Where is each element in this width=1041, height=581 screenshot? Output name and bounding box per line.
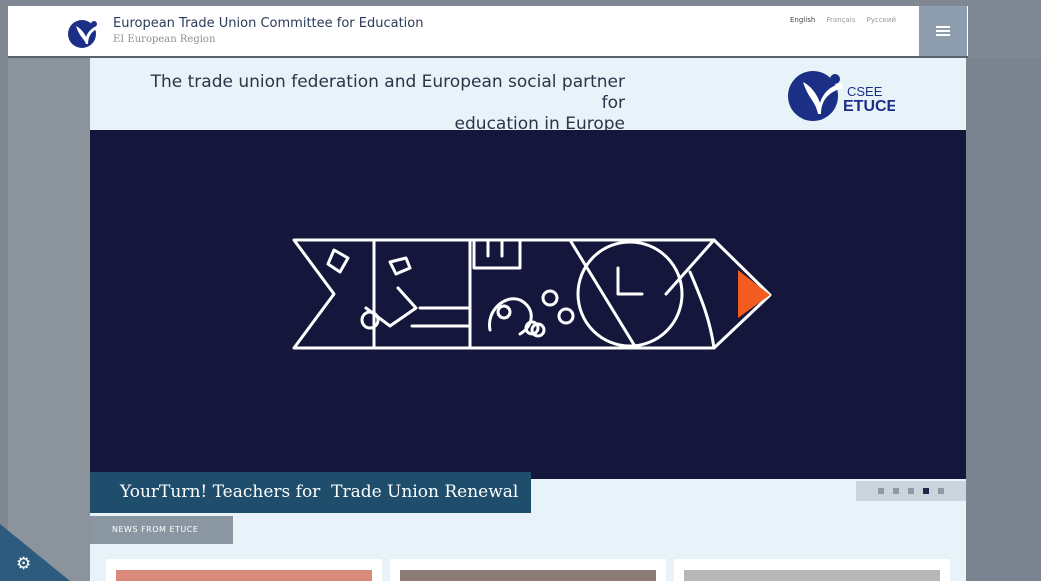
news-card-thumbnail — [116, 570, 372, 581]
etuce-logo[interactable] — [66, 14, 102, 50]
news-card-thumbnail — [684, 570, 940, 581]
lang-russian[interactable]: Русский — [867, 16, 896, 24]
csee-etuce-logo[interactable]: CSEE ETUCE — [785, 66, 895, 121]
slider-dot-1[interactable] — [878, 488, 884, 494]
slider-pagination — [856, 481, 966, 501]
news-section-label: NEWS FROM ETUCE — [90, 516, 233, 544]
slider-dot-5[interactable] — [938, 488, 944, 494]
right-margin — [966, 58, 1041, 581]
slide-caption[interactable]: YourTurn! Teachers for Trade Union Renew… — [90, 472, 531, 513]
org-name[interactable]: European Trade Union Committee for Educa… — [113, 16, 424, 31]
slider-dot-2[interactable] — [893, 488, 899, 494]
org-region: EI European Region — [113, 34, 216, 45]
gear-icon[interactable]: ⚙ — [16, 556, 31, 573]
hero-slider[interactable]: YourTurn! Teachers for Trade Union Renew… — [90, 130, 966, 513]
left-margin — [8, 58, 90, 581]
lang-french[interactable]: Français — [827, 16, 856, 24]
news-card[interactable] — [674, 559, 950, 581]
brand-text-bottom: ETUCE — [843, 98, 895, 115]
site-tagline: The trade union federation and European … — [130, 72, 625, 135]
site-header: European Trade Union Committee for Educa… — [8, 6, 968, 58]
pencil-illustration — [292, 238, 772, 350]
slider-dot-3[interactable] — [908, 488, 914, 494]
language-switcher: English Français Русский — [790, 16, 905, 24]
slider-dot-4[interactable] — [923, 488, 929, 494]
news-card-thumbnail — [400, 570, 656, 581]
lang-english[interactable]: English — [790, 16, 815, 24]
main-content: The trade union federation and European … — [90, 58, 966, 581]
hamburger-icon — [936, 26, 950, 36]
tagline-line-1: The trade union federation and European … — [150, 72, 625, 113]
menu-button[interactable] — [919, 6, 967, 56]
news-card[interactable] — [390, 559, 666, 581]
news-card[interactable] — [106, 559, 382, 581]
brand-text-top: CSEE — [847, 84, 883, 99]
